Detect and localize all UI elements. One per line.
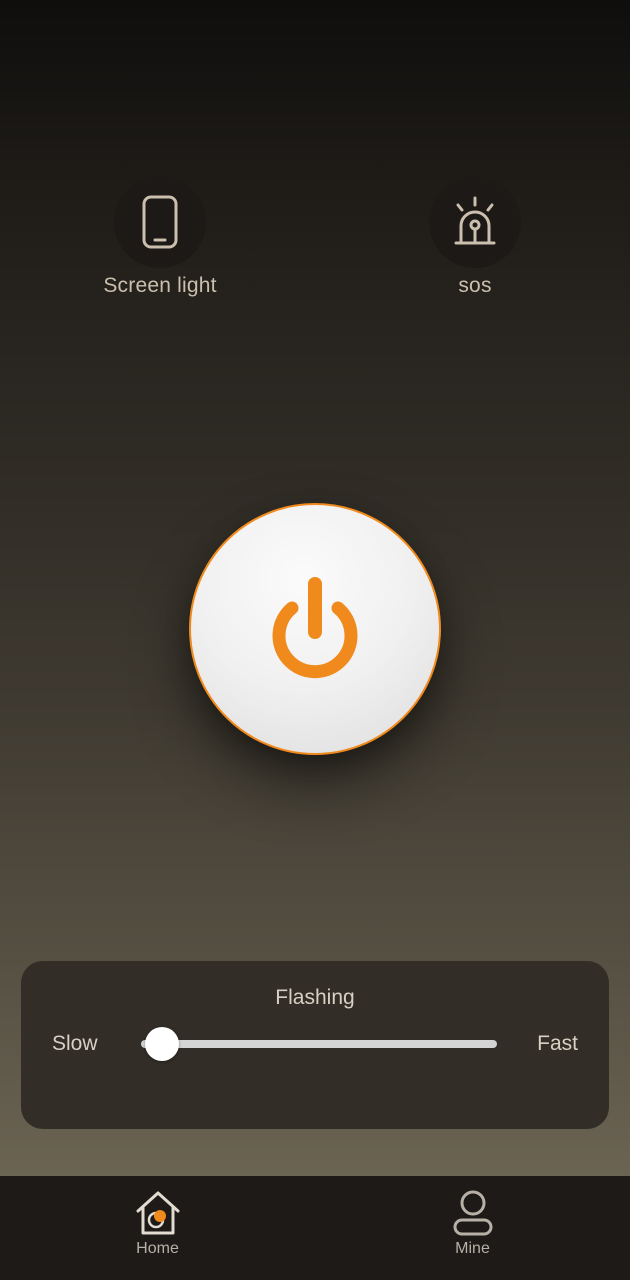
phone-icon <box>142 195 178 249</box>
power-button[interactable] <box>189 503 441 755</box>
flashing-title: Flashing <box>275 986 355 1009</box>
nav-mine-label: Mine <box>455 1240 490 1257</box>
nav-home[interactable]: Home <box>0 1176 315 1280</box>
flashlight-screen: Screen light sos Flashing Slow Fast Home… <box>0 0 630 1280</box>
sos-icon-circle <box>429 176 521 268</box>
sos-button[interactable]: sos <box>365 176 585 306</box>
flashing-panel: Flashing Slow Fast <box>21 961 609 1129</box>
slider-thumb[interactable] <box>145 1027 180 1061</box>
user-icon <box>453 1190 492 1236</box>
home-icon <box>136 1191 179 1235</box>
nav-home-label: Home <box>136 1240 179 1257</box>
siren-icon <box>454 196 496 245</box>
fast-label: Fast <box>537 1032 578 1055</box>
screen-light-icon-circle <box>114 176 206 268</box>
screen-light-button[interactable]: Screen light <box>50 176 270 306</box>
bottom-nav: Home Mine <box>0 1176 630 1280</box>
sos-label: sos <box>458 274 492 297</box>
power-icon <box>272 577 358 679</box>
flash-speed-slider[interactable] <box>141 1027 497 1061</box>
slow-label: Slow <box>52 1032 98 1055</box>
screen-light-label: Screen light <box>103 274 217 297</box>
nav-mine[interactable]: Mine <box>315 1176 630 1280</box>
slider-track <box>141 1040 497 1048</box>
power-button-wrap <box>189 503 441 755</box>
